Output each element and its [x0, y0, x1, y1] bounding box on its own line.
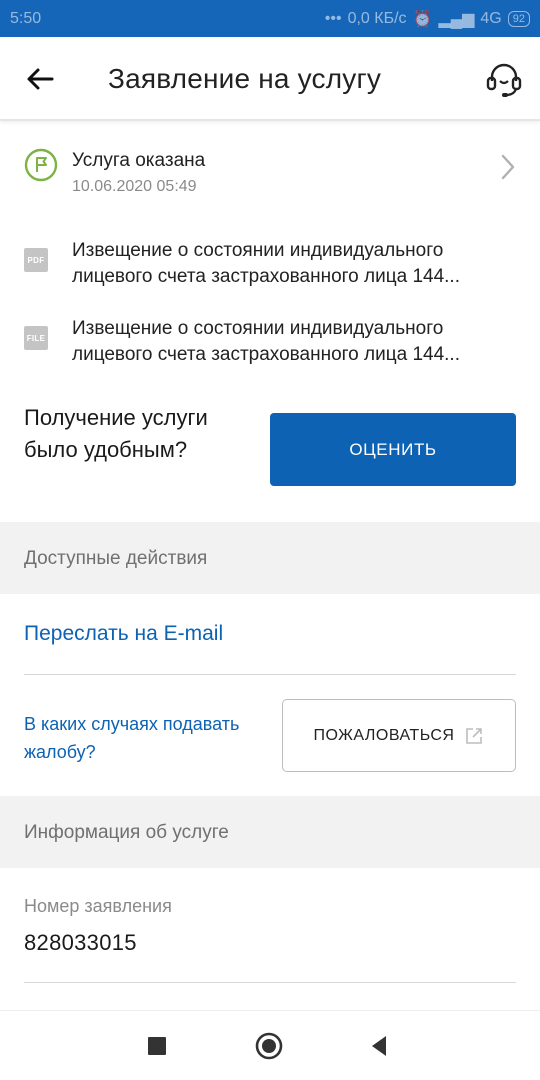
complain-button-label: ПОЖАЛОВАТЬСЯ: [313, 726, 455, 744]
actions-section-header: Доступные действия: [0, 522, 540, 594]
alarm-icon: ⏰: [412, 10, 433, 28]
app-bar: Заявление на услугу: [0, 37, 540, 121]
dots-icon: •••: [324, 9, 342, 27]
document-item[interactable]: PDF Извещение о состоянии индивидуальног…: [0, 232, 540, 296]
status-time: 5:50: [10, 9, 42, 27]
application-number-label: Номер заявления: [24, 896, 172, 916]
chevron-right-icon: [501, 154, 515, 180]
document-item[interactable]: FILE Извещение о состоянии индивидуально…: [0, 310, 540, 374]
external-link-icon: [466, 727, 483, 744]
document-title: Извещение о состоянии индивидуального ли…: [72, 316, 520, 368]
signal-icon: ▂▄▆: [438, 10, 475, 28]
home-button[interactable]: [254, 1031, 284, 1061]
application-number-value: 828033015: [24, 930, 137, 955]
section-title: Доступные действия: [24, 548, 208, 569]
complaint-info-link[interactable]: В каких случаях подавать жалобу?: [24, 710, 254, 766]
info-section-header: Информация об услуге: [0, 796, 540, 868]
pdf-file-icon: PDF: [24, 248, 48, 272]
rate-button[interactable]: ОЦЕНИТЬ: [270, 413, 516, 486]
document-title-line: лицевого счета застрахованного лица 144.…: [72, 266, 460, 287]
service-status-date: 10.06.2020 05:49: [72, 178, 197, 195]
forward-email-link[interactable]: Переслать на E-mail: [24, 622, 223, 646]
arrow-left-icon: [27, 68, 54, 90]
document-title: Извещение о состоянии индивидуального ли…: [72, 238, 520, 290]
section-title: Информация об услуге: [24, 822, 229, 843]
complain-button[interactable]: ПОЖАЛОВАТЬСЯ: [282, 699, 516, 772]
rating-question: Получение услуги было удобным?: [24, 405, 208, 462]
square-icon: [148, 1037, 166, 1055]
system-navigation-bar: [0, 1010, 540, 1080]
document-title-line: лицевого счета застрахованного лица 144.…: [72, 344, 460, 365]
document-title-line: Извещение о состоянии индивидуального: [72, 318, 444, 339]
back-nav-button[interactable]: [364, 1031, 394, 1061]
circle-icon: [255, 1032, 283, 1060]
network-speed: 0,0 КБ/с: [347, 9, 407, 27]
divider: [24, 982, 516, 983]
service-status-row[interactable]: Услуга оказана 10.06.2020 05:49: [0, 130, 540, 206]
divider: [24, 674, 516, 675]
status-indicators: ••• 0,0 КБ/с ⏰ ▂▄▆ 4G 92: [325, 9, 530, 29]
support-button[interactable]: [484, 59, 524, 99]
document-title-line: Извещение о состоянии индивидуального: [72, 240, 444, 261]
recent-apps-button[interactable]: [142, 1031, 172, 1061]
flag-icon: [24, 148, 58, 182]
page-title: Заявление на услугу: [108, 63, 382, 94]
file-icon: FILE: [24, 326, 48, 350]
headset-icon: [486, 63, 522, 97]
network-type: 4G: [480, 9, 502, 27]
status-bar: 5:50 ••• 0,0 КБ/с ⏰ ▂▄▆ 4G 92: [0, 0, 540, 37]
battery-indicator: 92: [507, 10, 530, 27]
back-button[interactable]: [24, 63, 56, 95]
triangle-back-icon: [372, 1036, 386, 1056]
service-status-title: Услуга оказана: [72, 150, 206, 171]
